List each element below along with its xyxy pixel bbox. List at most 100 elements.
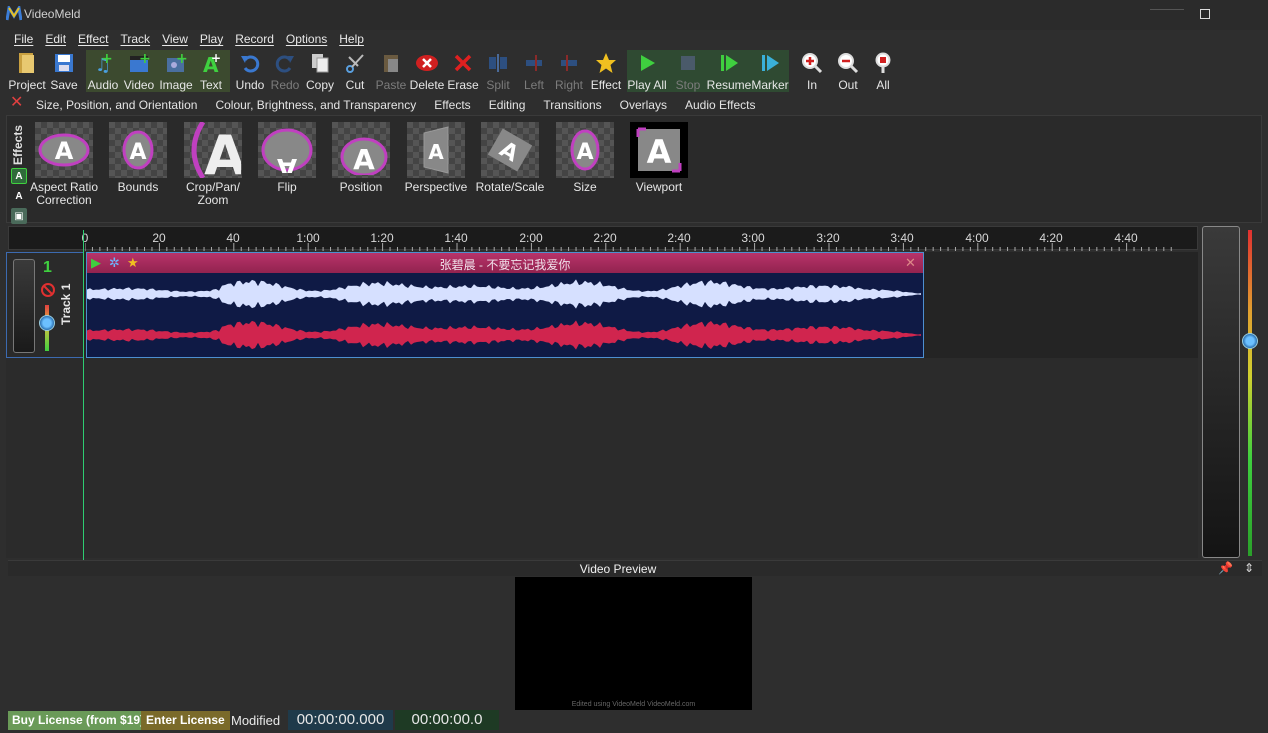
close-effects-icon[interactable]: ✕ [10,95,23,111]
marker-icon [757,50,783,76]
buy-license-button[interactable]: Buy License (from $19) [8,711,149,730]
play-all-button[interactable]: Play All [627,50,667,94]
master-level-meter [1248,230,1252,556]
resume-button[interactable]: Resume [707,50,751,94]
tab-effects[interactable]: Effects [434,98,470,112]
flip-thumbnail-icon: A [258,122,316,178]
trim-left-button[interactable]: Left [520,50,548,94]
trim-right-icon [556,50,582,76]
delete-icon [414,50,440,76]
effect-flip[interactable]: A Flip [251,122,323,194]
timeline-ruler[interactable]: 0 20 40 1:00 1:20 1:40 2:00 2:20 2:40 3:… [8,226,1198,251]
tab-size-position-orientation[interactable]: Size, Position, and Orientation [36,98,197,112]
erase-x-icon [450,50,476,76]
playhead-line[interactable] [83,230,84,560]
menu-track[interactable]: Track [121,32,151,48]
clip-title: 张碧晨 - 不要忘记我爱你 [439,258,571,272]
app-window: VideoMeld File Edit Effect Track View Pl… [0,0,1268,733]
add-video-button[interactable]: + Video [122,50,156,94]
trim-right-button[interactable]: Right [554,50,584,94]
menu-effect[interactable]: Effect [78,32,108,48]
scissors-icon [342,50,368,76]
tab-transitions[interactable]: Transitions [543,98,601,112]
menu-options[interactable]: Options [286,32,327,48]
menu-play[interactable]: Play [200,32,223,48]
svg-text:A: A [647,133,672,171]
clip-close-icon[interactable]: ✕ [905,255,916,271]
stop-button[interactable]: Stop [674,50,702,94]
tab-audio-effects[interactable]: Audio Effects [685,98,756,112]
delete-button[interactable]: Delete [410,50,444,94]
track-pan-knob[interactable] [39,315,55,331]
effect-bounds[interactable]: A Bounds [102,122,174,194]
tab-overlays[interactable]: Overlays [620,98,667,112]
copy-button[interactable]: Copy [304,50,336,94]
maximize-button[interactable] [1200,9,1210,19]
track-header: 1 Track 1 [6,252,84,358]
erase-button[interactable]: Erase [447,50,479,94]
save-button[interactable]: Save [48,50,80,94]
marker-button[interactable]: Marker [750,50,790,94]
position-thumbnail-icon: A [332,122,390,178]
menu-file[interactable]: File [14,32,33,48]
add-image-icon: + [163,50,189,76]
star-icon [593,50,619,76]
pin-icon[interactable]: 📌 [1218,561,1233,575]
project-button[interactable]: Project [8,50,46,94]
svg-text:A: A [353,143,375,175]
undo-button[interactable]: Undo [234,50,266,94]
svg-text:+: + [101,51,113,67]
large-icons-view-icon[interactable]: A [11,168,27,184]
stop-icon [675,50,701,76]
video-preview-canvas[interactable]: Edited using VideoMeld VideoMeld.com [515,577,752,710]
track-volume-slider[interactable] [13,259,35,353]
effect-crop-pan-zoom[interactable]: A Crop/Pan/ Zoom [177,122,249,207]
minimize-button[interactable] [1150,9,1184,10]
effect-size[interactable]: A Size [549,122,621,194]
zoom-out-button[interactable]: Out [834,50,862,94]
trim-left-icon [521,50,547,76]
cut-button[interactable]: Cut [342,50,368,94]
zoom-all-icon [870,50,896,76]
effect-button[interactable]: Effect [590,50,622,94]
enter-license-button[interactable]: Enter License [141,711,230,730]
effects-vertical-label: Effects [11,125,25,166]
master-volume-knob[interactable] [1242,333,1258,349]
effect-position[interactable]: A Position [325,122,397,194]
paste-button[interactable]: Paste [376,50,406,94]
timeline-tracks[interactable]: 1 Track 1 ▶ ✲ ★ 张碧晨 - 不要忘记我爱你 ✕ [6,252,1198,558]
modified-status: Modified [231,713,281,728]
effects-panel: Effects A A ▣ A Aspect Ratio Correction … [6,115,1262,224]
menu-help[interactable]: Help [339,32,364,48]
add-image-button[interactable]: + Image [158,50,194,94]
image-view-icon[interactable]: ▣ [11,208,27,224]
expand-collapse-icon[interactable]: ⇕ [1244,561,1254,575]
menu-record[interactable]: Record [235,32,274,48]
menu-edit[interactable]: Edit [45,32,66,48]
status-bar: Buy License (from $19) Enter License Mod… [0,710,1268,733]
tab-editing[interactable]: Editing [489,98,526,112]
add-audio-button[interactable]: ♫ + Audio [86,50,120,94]
effect-aspect-ratio-correction[interactable]: A Aspect Ratio Correction [28,122,100,207]
audio-clip[interactable]: ▶ ✲ ★ 张碧晨 - 不要忘记我爱你 ✕ [86,252,924,358]
clip-header: ▶ ✲ ★ 张碧晨 - 不要忘记我爱你 ✕ [87,253,923,273]
add-text-icon: A + [198,50,224,76]
master-volume-slider[interactable] [1202,226,1240,558]
effect-rotate-scale[interactable]: A Rotate/Scale [474,122,546,194]
effect-perspective[interactable]: A Perspective [400,122,472,194]
small-icons-view-icon[interactable]: A [11,188,27,204]
split-icon [485,50,511,76]
mute-icon[interactable] [41,283,55,297]
add-text-button[interactable]: A + Text [196,50,226,94]
menu-view[interactable]: View [162,32,188,48]
zoom-in-button[interactable]: In [800,50,824,94]
effect-viewport[interactable]: A Viewport [623,122,695,194]
redo-button[interactable]: Redo [270,50,300,94]
svg-text:+: + [139,51,151,67]
window-title: VideoMeld [24,7,81,21]
zoom-all-button[interactable]: All [872,50,894,94]
track-number: 1 [43,259,52,276]
split-button[interactable]: Split [484,50,512,94]
tab-colour-brightness-transparency[interactable]: Colour, Brightness, and Transparency [215,98,416,112]
undo-icon [237,50,263,76]
